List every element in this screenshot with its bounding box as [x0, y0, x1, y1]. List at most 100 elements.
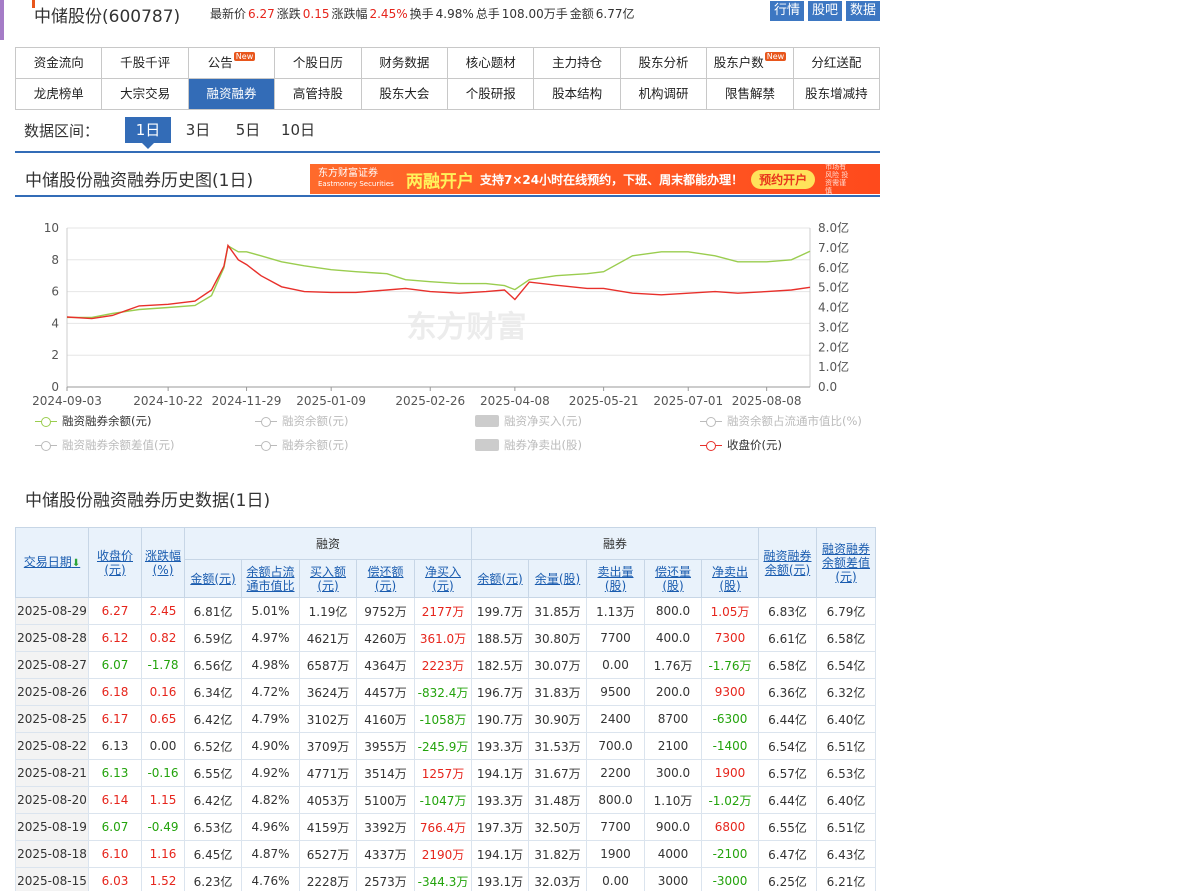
promo-button[interactable]: 预约开户	[751, 169, 816, 189]
data-cell: 31.82万	[528, 840, 587, 868]
promo-logo: 东方财富证券 Eastmoney Securities	[310, 168, 400, 190]
sort-column-header[interactable]: 净卖出(股)	[701, 559, 759, 598]
legend-item[interactable]: 收盘价(元)	[700, 437, 782, 453]
data-cell: 1257万	[414, 759, 472, 787]
data-cell: -0.16	[141, 759, 185, 787]
nav-tab[interactable]: 财务数据	[361, 48, 449, 79]
header-link-button[interactable]: 股吧	[807, 1, 842, 21]
date-cell: 2025-08-20	[15, 786, 89, 814]
data-cell: 4.87%	[241, 840, 300, 868]
sort-column-header[interactable]: 余额(元)	[471, 559, 529, 598]
data-cell: 700.0	[586, 732, 645, 760]
date-cell: 2025-08-18	[15, 840, 89, 868]
data-cell: 3392万	[356, 813, 415, 841]
sort-column-header[interactable]: 余量(股)	[528, 559, 587, 598]
nav-tab[interactable]: 融资融券	[188, 79, 276, 110]
legend-item[interactable]: 融券余额(元)	[255, 437, 348, 453]
sort-change-header[interactable]: 涨跌幅(%)	[141, 527, 185, 598]
data-cell: 6.17	[88, 705, 142, 733]
table-row: 2025-08-20 6.14 1.15 6.42亿 4.82% 4053万 5100万 -1…	[15, 786, 876, 814]
data-cell: -6300	[701, 705, 759, 733]
quote-value: 6.27	[248, 7, 275, 21]
nav-tab[interactable]: 分红送配	[793, 48, 881, 79]
data-cell: 196.7万	[471, 678, 529, 706]
data-cell: 3102万	[299, 705, 357, 733]
legend-item[interactable]: 融资融券余额(元)	[35, 413, 151, 429]
data-cell: 1.15	[141, 786, 185, 814]
nav-tab[interactable]: 公告 New	[188, 48, 276, 79]
range-option[interactable]: 10日	[275, 117, 321, 143]
data-cell: 31.48万	[528, 786, 587, 814]
range-option[interactable]: 1日	[125, 117, 172, 149]
promo-banner[interactable]: 东方财富证券 Eastmoney Securities 两融开户 支持7×24小…	[310, 164, 880, 194]
nav-tab[interactable]: 龙虎榜单	[16, 79, 103, 110]
nav-tab[interactable]: 大宗交易	[102, 79, 189, 110]
nav-tab[interactable]: 股东分析	[620, 48, 708, 79]
legend-label: 融资融券余额(元)	[62, 414, 152, 428]
sort-diff-header[interactable]: 融资融券余额差值(元)	[816, 527, 876, 598]
range-option[interactable]: 5日	[225, 117, 271, 143]
legend-item[interactable]: 融资净买入(元)	[475, 413, 582, 429]
data-cell: 31.83万	[528, 678, 587, 706]
header-link-button[interactable]: 数据	[845, 1, 880, 21]
data-cell: 30.90万	[528, 705, 587, 733]
legend-item[interactable]: 融券净卖出(股)	[475, 437, 582, 453]
data-cell: 4621万	[299, 624, 357, 652]
promo-logo-subtext: Eastmoney Securities	[318, 180, 394, 188]
nav-tab[interactable]: 资金流向	[16, 48, 103, 79]
header-link-button[interactable]: 行情	[769, 1, 804, 21]
legend-label: 融券余额(元)	[282, 438, 349, 452]
table-row: 2025-08-15 6.03 1.52 6.23亿 4.76% 2228万 2573万 -3…	[15, 867, 876, 891]
nav-tab[interactable]: 主力持仓	[534, 48, 621, 79]
sort-column-header[interactable]: 买入额(元)	[299, 559, 357, 598]
data-cell: 6.54亿	[758, 732, 817, 760]
sort-close-header[interactable]: 收盘价(元)	[88, 527, 142, 598]
nav-tab[interactable]: 股东增减持	[793, 79, 881, 110]
sort-column-header[interactable]: 净买入(元)	[414, 559, 472, 598]
range-options: 1日 3日 5日 10日	[125, 117, 325, 149]
y-right-tick: 7.0亿	[818, 240, 849, 255]
nav-tab[interactable]: 高管持股	[275, 79, 362, 110]
nav-tab[interactable]: 股东大会	[361, 79, 449, 110]
sort-column-header[interactable]: 余额占流通市值比	[241, 559, 300, 598]
x-tick-label: 2024-10-22	[133, 394, 203, 408]
nav-tab[interactable]: 个股研报	[448, 79, 535, 110]
data-cell: -245.9万	[414, 732, 472, 760]
legend-item[interactable]: 融资融券余额差值(元)	[35, 437, 174, 453]
data-cell: 900.0	[644, 813, 702, 841]
nav-tab[interactable]: 千股千评	[102, 48, 189, 79]
nav-tab[interactable]: 限售解禁	[707, 79, 794, 110]
data-cell: 6587万	[299, 651, 357, 679]
table-row: 2025-08-22 6.13 0.00 6.52亿 4.90% 3709万 3955万 -2…	[15, 732, 876, 760]
x-tick-label: 2025-01-09	[296, 394, 366, 408]
nav-tab[interactable]: 个股日历	[275, 48, 362, 79]
legend-item[interactable]: 融资余额占流通市值比(%)	[700, 413, 862, 429]
data-cell: 0.00	[586, 867, 645, 891]
range-selector: 数据区间： 1日 3日 5日 10日	[24, 115, 325, 149]
sort-column-header[interactable]: 偿还额(元)	[356, 559, 415, 598]
nav-tab-label: 股东增减持	[805, 86, 868, 101]
legend-label: 融资余额占流通市值比(%)	[727, 414, 862, 428]
sort-column-header[interactable]: 偿还量(股)	[644, 559, 702, 598]
data-cell: 6.34亿	[184, 678, 242, 706]
nav-tab[interactable]: 核心题材	[448, 48, 535, 79]
nav-tab[interactable]: 股东户数 New	[707, 48, 794, 79]
sort-column-header[interactable]: 卖出量(股)	[586, 559, 645, 598]
range-option[interactable]: 3日	[175, 117, 221, 143]
sort-total-header[interactable]: 融资融券余额(元)	[758, 527, 817, 598]
nav-tab[interactable]: 机构调研	[620, 79, 708, 110]
data-cell: 30.80万	[528, 624, 587, 652]
margin-history-chart: 0 2 4 6 8 10 0.0 1.0亿 2.0亿 3.0亿 4.0亿 5.0亿 6.0亿 7.0亿 8.…	[32, 220, 849, 408]
data-cell: 7700	[586, 813, 645, 841]
sort-column-header[interactable]: 金额(元)	[184, 559, 242, 598]
y-left-tick: 4	[51, 316, 59, 330]
data-cell: 193.3万	[471, 786, 529, 814]
data-cell: 4.90%	[241, 732, 300, 760]
nav-tab[interactable]: 股本结构	[534, 79, 621, 110]
data-cell: 193.3万	[471, 732, 529, 760]
data-cell: 6.36亿	[758, 678, 817, 706]
legend-symbol-icon	[255, 415, 277, 427]
legend-item[interactable]: 融资余额(元)	[255, 413, 348, 429]
y-right-tick: 4.0亿	[818, 300, 849, 315]
sort-date-header[interactable]: 交易日期⬇	[15, 527, 89, 598]
